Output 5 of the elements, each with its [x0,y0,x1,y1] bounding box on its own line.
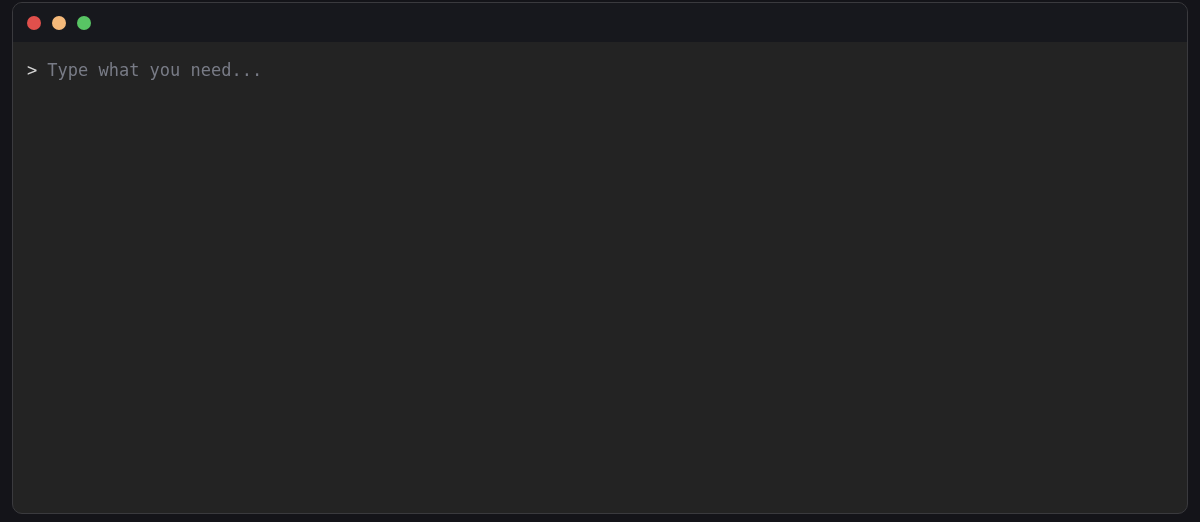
window-control-button[interactable] [77,15,91,30]
command-input[interactable]: Type what you need... [47,60,648,80]
prompt-symbol: > [27,60,38,80]
window-control-button[interactable] [52,15,66,30]
window-control-button[interactable] [27,15,41,30]
